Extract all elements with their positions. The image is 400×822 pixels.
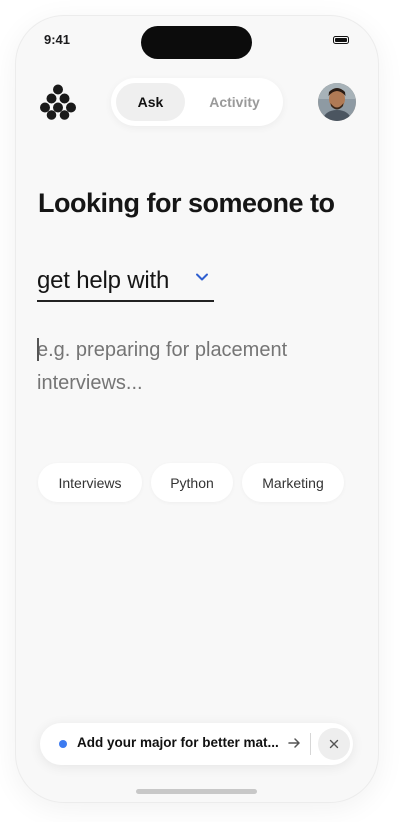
banner-text: Add your major for better mat... xyxy=(77,735,279,750)
phone-screen: 9:41 Ask Activity Looking for someone to… xyxy=(16,16,378,802)
page-title: Looking for someone to xyxy=(38,188,335,218)
mode-segmented-control: Ask Activity xyxy=(111,78,283,126)
battery-icon xyxy=(333,36,349,44)
home-indicator[interactable] xyxy=(136,789,257,794)
unread-dot-icon xyxy=(59,740,67,748)
close-icon xyxy=(329,739,339,749)
banner-divider xyxy=(310,733,311,755)
profile-avatar[interactable] xyxy=(318,83,356,121)
arrow-right-icon[interactable] xyxy=(286,735,302,751)
chevron-down-icon xyxy=(196,273,208,281)
suggestion-chip-marketing[interactable]: Marketing xyxy=(242,463,344,502)
suggestion-chip-python[interactable]: Python xyxy=(151,463,233,502)
tab-ask[interactable]: Ask xyxy=(116,83,185,121)
close-banner-button[interactable] xyxy=(318,728,350,760)
topic-dropdown[interactable]: get help with xyxy=(37,262,214,302)
suggestion-chip-interviews[interactable]: Interviews xyxy=(38,463,142,502)
avatar-photo-icon xyxy=(318,83,356,121)
text-caret xyxy=(37,338,39,361)
status-time: 9:41 xyxy=(44,32,71,47)
dynamic-island xyxy=(141,26,252,59)
tab-activity[interactable]: Activity xyxy=(191,83,278,121)
app-logo-icon[interactable] xyxy=(40,84,76,120)
query-input[interactable] xyxy=(37,334,337,400)
topic-dropdown-value: get help with xyxy=(37,267,170,294)
add-major-banner[interactable]: Add your major for better mat... xyxy=(40,723,353,765)
